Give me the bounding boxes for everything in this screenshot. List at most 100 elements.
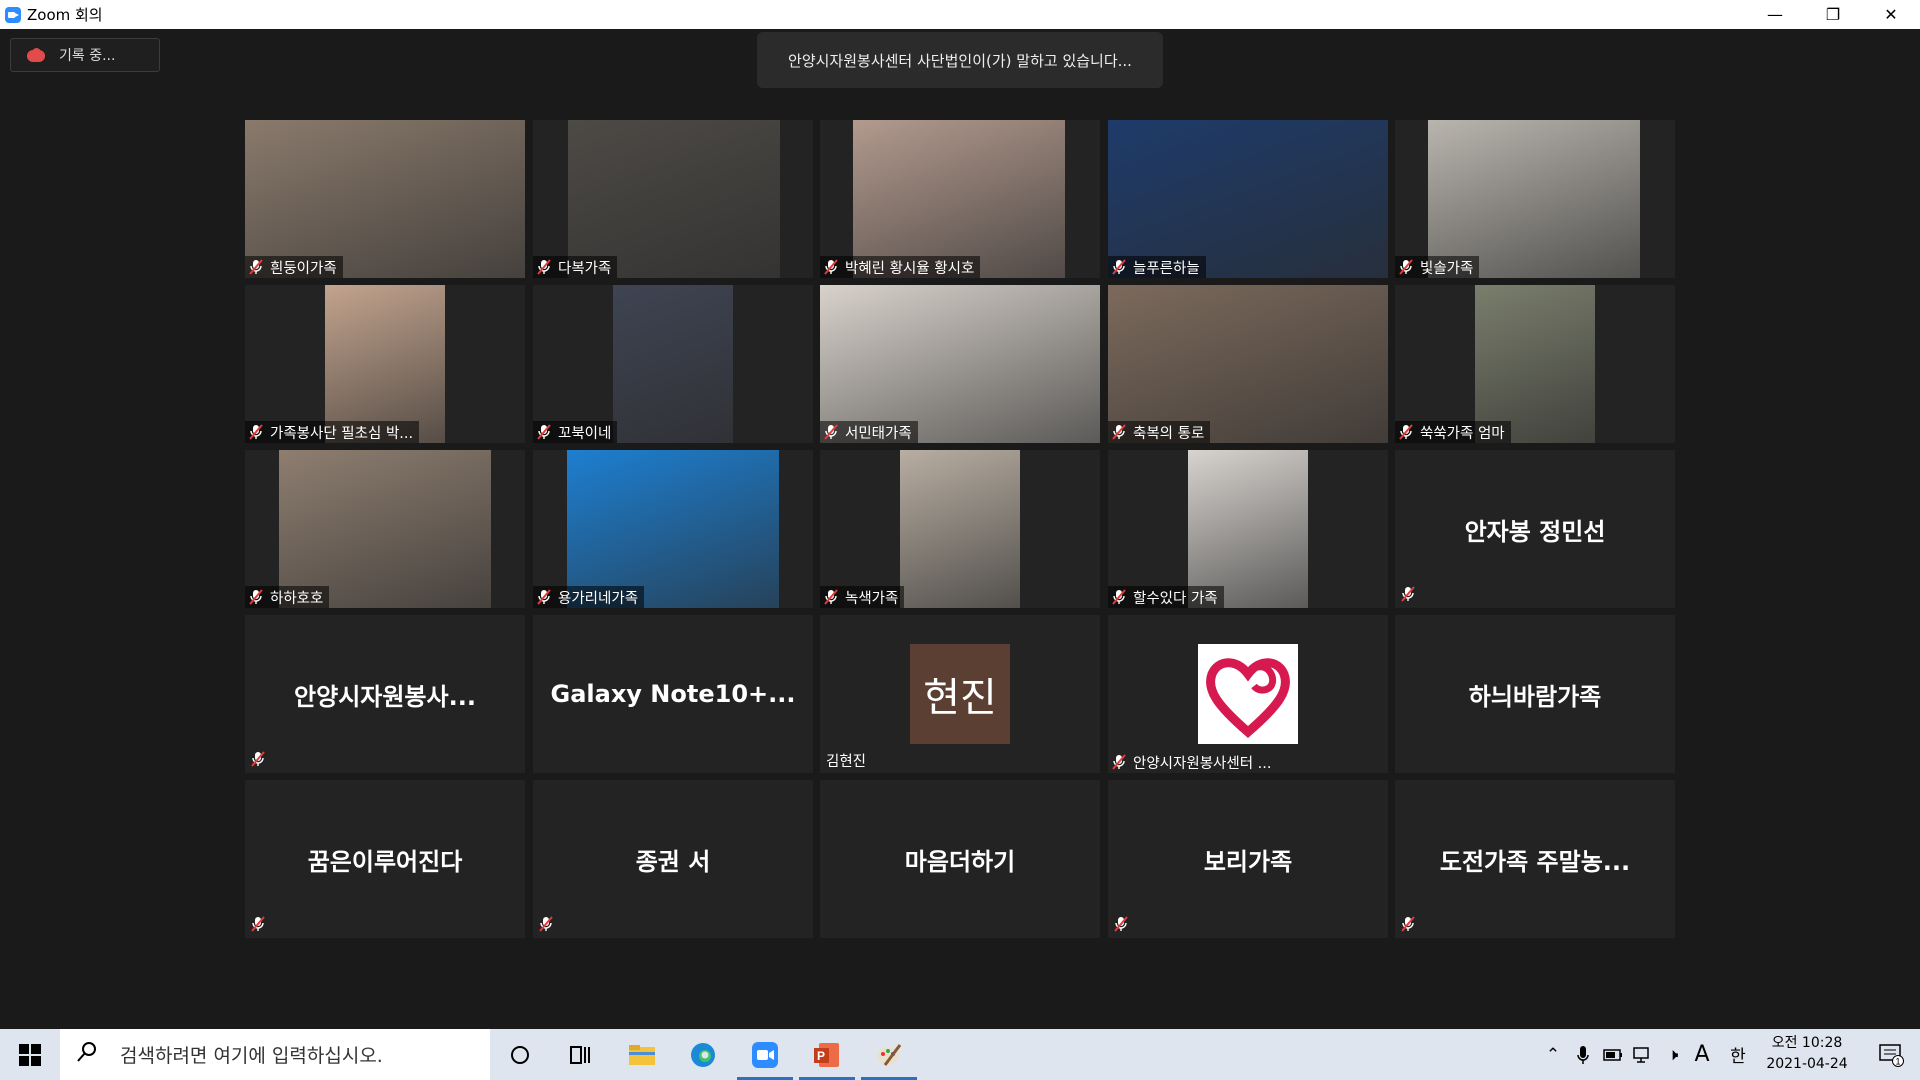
participant-tile[interactable]: 꼬북이네 <box>533 285 813 443</box>
muted-mic-icon <box>824 424 838 440</box>
clock-date: 2021-04-24 <box>1766 1056 1848 1072</box>
muted-mic-icon <box>249 424 263 440</box>
participant-name: 할수있다 가족 <box>1133 590 1218 607</box>
participant-tile[interactable]: 보리가족 <box>1108 780 1388 938</box>
participant-tile[interactable]: 하늬바람가족 <box>1395 615 1675 773</box>
muted-mic-icon <box>1399 424 1413 440</box>
participant-video <box>325 285 445 443</box>
edge-icon[interactable] <box>673 1029 733 1080</box>
microphone-icon[interactable] <box>1570 1029 1596 1080</box>
participant-display-name: 하늬바람가족 <box>1468 682 1602 711</box>
participant-video <box>567 450 779 608</box>
participant-tile[interactable]: 서민태가족 <box>820 285 1100 443</box>
muted-mic-icon <box>251 751 265 767</box>
muted-mic-icon <box>824 259 838 275</box>
participant-name-bar: 안양시자원봉사센터 ... <box>1108 751 1278 773</box>
heart-logo-icon <box>1198 644 1298 744</box>
muted-mic-icon <box>537 424 551 440</box>
minimize-icon[interactable]: — <box>1746 0 1804 29</box>
participant-display-name: 마음더하기 <box>904 847 1016 876</box>
participant-tile[interactable]: 쑥쑥가족 엄마 <box>1395 285 1675 443</box>
participant-name-bar: 박혜린 황시율 황시호 <box>820 256 981 278</box>
window-title: Zoom 회의 <box>27 6 103 24</box>
title-bar: Zoom 회의 — ❐ ✕ <box>0 0 1920 29</box>
volume-icon[interactable]: 🕨 <box>1660 1029 1686 1080</box>
participant-tile[interactable]: 도전가족 주말농... <box>1395 780 1675 938</box>
participant-tile[interactable]: 꿈은이루어진다 <box>245 780 525 938</box>
muted-mic-icon <box>1112 424 1126 440</box>
zoom-taskbar-icon[interactable] <box>735 1029 795 1080</box>
network-icon[interactable] <box>1630 1029 1656 1080</box>
battery-icon[interactable] <box>1600 1029 1626 1080</box>
restore-icon[interactable]: ❐ <box>1804 0 1862 29</box>
muted-mic-icon <box>1112 259 1126 275</box>
powerpoint-icon[interactable]: P <box>797 1029 857 1080</box>
ime-language[interactable]: 한 <box>1724 1029 1752 1080</box>
active-speaker-toast: 안양시자원봉사센터 사단법인이(가) 말하고 있습니다... <box>757 32 1163 88</box>
participant-name-bar: 녹색가족 <box>820 586 905 608</box>
participant-display-name: 도전가족 주말농... <box>1439 847 1631 876</box>
close-icon[interactable]: ✕ <box>1862 0 1920 29</box>
participant-display-name: 보리가족 <box>1203 847 1293 876</box>
participant-tile[interactable]: 늘푸른하늘 <box>1108 120 1388 278</box>
muted-mic-icon <box>1401 916 1415 932</box>
participant-tile[interactable]: 안양시자원봉사센터 ... <box>1108 615 1388 773</box>
participant-tile[interactable]: 다복가족 <box>533 120 813 278</box>
participant-video <box>1188 450 1308 608</box>
participant-avatar: 현진 <box>910 644 1010 744</box>
windows-taskbar: 검색하려면 여기에 입력하십시오. P ⌃ 🕨 A 한 오전 10:28 202… <box>0 1029 1920 1080</box>
clock[interactable]: 오전 10:28 2021-04-24 <box>1762 1033 1852 1075</box>
participant-display-name: 안자봉 정민선 <box>1464 517 1606 546</box>
taskbar-search-box[interactable]: 검색하려면 여기에 입력하십시오. <box>60 1029 490 1080</box>
participant-tile[interactable]: 빛솔가족 <box>1395 120 1675 278</box>
participant-tile[interactable]: 흰둥이가족 <box>245 120 525 278</box>
participant-display-name: 꿈은이루어진다 <box>307 847 463 876</box>
cortana-icon[interactable] <box>490 1029 550 1080</box>
muted-mic-icon <box>537 589 551 605</box>
notification-center-icon[interactable]: 1 <box>1866 1029 1916 1080</box>
participant-video <box>245 120 525 278</box>
participant-video <box>853 120 1065 278</box>
participant-name-bar: 하하호호 <box>245 586 330 608</box>
file-explorer-icon[interactable] <box>612 1029 672 1080</box>
participant-name: 서민태가족 <box>845 425 912 442</box>
muted-mic-icon <box>1112 589 1126 605</box>
participant-video <box>820 285 1100 443</box>
clock-time: 오전 10:28 <box>1771 1035 1843 1051</box>
search-icon <box>76 1041 106 1068</box>
participant-tile[interactable]: 할수있다 가족 <box>1108 450 1388 608</box>
participant-name-bar: 축복의 통로 <box>1108 421 1211 443</box>
participant-video <box>1475 285 1595 443</box>
participant-tile[interactable]: 축복의 통로 <box>1108 285 1388 443</box>
participant-name: 가족봉사단 필초심 박... <box>270 425 414 442</box>
task-view-icon[interactable] <box>550 1029 610 1080</box>
participant-name: 김현진 <box>826 754 867 770</box>
paint-icon[interactable] <box>859 1029 919 1080</box>
participant-tile[interactable]: 현진김현진 <box>820 615 1100 773</box>
participant-video <box>900 450 1020 608</box>
muted-mic-icon <box>539 916 553 932</box>
participant-name: 쑥쑥가족 엄마 <box>1420 425 1505 442</box>
participant-tile[interactable]: 박혜린 황시율 황시호 <box>820 120 1100 278</box>
participant-tile[interactable]: 종권 서 <box>533 780 813 938</box>
participant-name: 박혜린 황시율 황시호 <box>845 260 975 277</box>
tray-chevron-icon[interactable]: ⌃ <box>1540 1029 1566 1080</box>
participant-name: 용가리네가족 <box>558 590 639 607</box>
windows-start-icon[interactable] <box>0 1029 60 1080</box>
muted-mic-icon <box>249 259 263 275</box>
participant-tile[interactable]: 녹색가족 <box>820 450 1100 608</box>
ime-mode-letter[interactable]: A <box>1688 1029 1716 1080</box>
participant-name-bar: 늘푸른하늘 <box>1108 256 1206 278</box>
participant-tile[interactable]: 가족봉사단 필초심 박... <box>245 285 525 443</box>
participant-tile[interactable]: Galaxy Note10+... <box>533 615 813 773</box>
participant-tile[interactable]: 안자봉 정민선 <box>1395 450 1675 608</box>
muted-mic-icon <box>1399 259 1413 275</box>
recording-indicator[interactable]: 기록 중... <box>10 38 160 72</box>
participant-name-bar: 빛솔가족 <box>1395 256 1480 278</box>
participant-tile[interactable]: 용가리네가족 <box>533 450 813 608</box>
participant-name-bar: 용가리네가족 <box>533 586 645 608</box>
participant-video <box>568 120 780 278</box>
participant-tile[interactable]: 마음더하기 <box>820 780 1100 938</box>
participant-tile[interactable]: 하하호호 <box>245 450 525 608</box>
participant-tile[interactable]: 안양시자원봉사... <box>245 615 525 773</box>
